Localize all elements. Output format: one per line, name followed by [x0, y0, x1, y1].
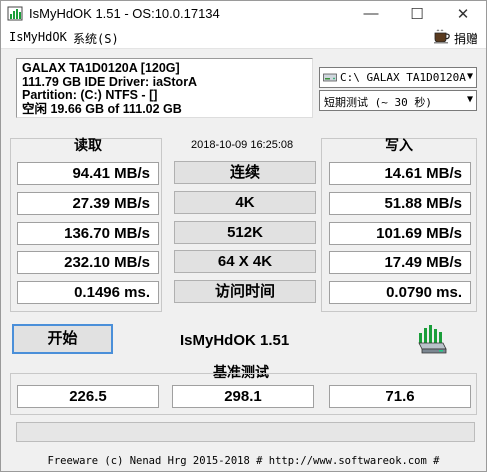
- drive-model: GALAX TA1D0120A [120G]: [22, 61, 180, 75]
- read-64x4k-value: 232.10 MB/s: [17, 251, 159, 274]
- write-access-time-value: 0.0790 ms.: [329, 281, 471, 304]
- drive-partition: Partition: (C:) NTFS - []: [22, 88, 158, 102]
- write-label: 写入: [385, 137, 413, 153]
- progress-bar: [16, 422, 475, 442]
- menu-bar: IsMyHdOK 系统(S) 捐赠: [1, 26, 486, 49]
- app-icon: [7, 6, 23, 21]
- write-512k-value: 101.69 MB/s: [329, 222, 471, 245]
- drive-select-value: C:\ GALAX TA1D0120A: [340, 71, 466, 84]
- hard-drive-icon: [323, 73, 337, 82]
- chevron-down-icon: ▼: [466, 71, 473, 82]
- read-seq-value: 94.41 MB/s: [17, 162, 159, 185]
- drive-size-driver: 111.79 GB IDE Driver: iaStorA: [22, 74, 198, 89]
- test-duration-select[interactable]: 短期测试 (~ 30 秒) ▼: [319, 90, 477, 111]
- write-seq-value: 14.61 MB/s: [329, 162, 471, 185]
- start-button[interactable]: 开始: [12, 324, 113, 354]
- donate-menu[interactable]: 捐赠: [454, 30, 478, 47]
- mode-512k: 512K: [174, 221, 316, 244]
- read-access-time-value: 0.1496 ms.: [17, 281, 159, 304]
- read-label: 读取: [74, 137, 102, 153]
- benchmark-write-score: 71.6: [329, 385, 471, 408]
- coffee-cup-icon[interactable]: [434, 29, 451, 44]
- read-512k-value: 136.70 MB/s: [17, 222, 159, 245]
- write-4k-value: 51.88 MB/s: [329, 192, 471, 215]
- minimize-button[interactable]: —: [348, 1, 394, 26]
- app-window: IsMyHdOK 1.51 - OS:10.0.17134 — ☐ ✕ IsMy…: [0, 0, 487, 472]
- drive-free-space: 空闲 19.66 GB of 111.02 GB: [22, 101, 182, 116]
- mode-access-time: 访问时间: [174, 280, 316, 303]
- mode-sequential: 连续: [174, 161, 316, 184]
- footer-credits[interactable]: Freeware (c) Nenad Hrg 2015-2018 # http:…: [1, 450, 486, 472]
- menu-system[interactable]: 系统(S): [73, 30, 119, 47]
- maximize-button[interactable]: ☐: [394, 1, 440, 26]
- test-duration-value: 短期测试 (~ 30 秒): [324, 96, 432, 109]
- drive-info-box: GALAX TA1D0120A [120G] 111.79 GB IDE Dri…: [16, 58, 313, 118]
- test-timestamp: 2018-10-09 16:25:08: [191, 139, 294, 151]
- chevron-down-icon: ▼: [466, 94, 473, 105]
- mode-64x4k: 64 X 4K: [174, 250, 316, 273]
- close-button[interactable]: ✕: [440, 1, 486, 26]
- hard-drive-benchmark-logo-icon[interactable]: [417, 323, 447, 355]
- drive-select[interactable]: C:\ GALAX TA1D0120A ▼: [319, 67, 477, 88]
- window-title: IsMyHdOK 1.51 - OS:10.0.17134: [29, 6, 220, 21]
- benchmark-read-score: 226.5: [17, 385, 159, 408]
- title-bar[interactable]: IsMyHdOK 1.51 - OS:10.0.17134 — ☐ ✕: [1, 1, 486, 26]
- app-name-label: IsMyHdOK 1.51: [180, 332, 290, 349]
- write-64x4k-value: 17.49 MB/s: [329, 251, 471, 274]
- mode-4k: 4K: [174, 191, 316, 214]
- benchmark-total-score: 298.1: [172, 385, 314, 408]
- menu-ismyhdok[interactable]: IsMyHdOK: [9, 30, 67, 44]
- read-4k-value: 27.39 MB/s: [17, 192, 159, 215]
